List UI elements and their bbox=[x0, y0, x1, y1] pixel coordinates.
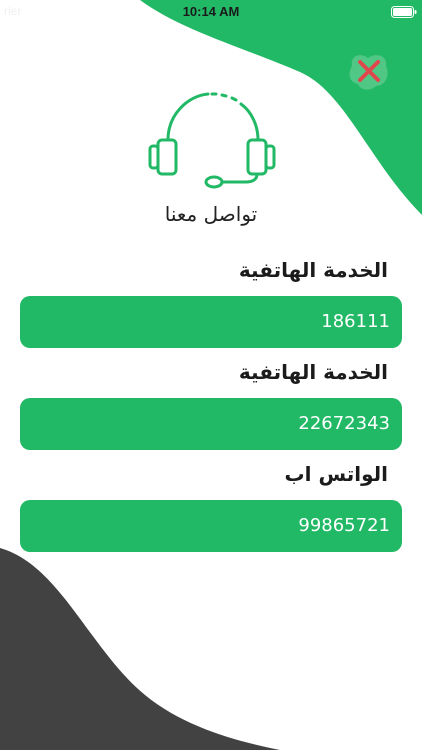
status-time: 10:14 AM bbox=[182, 4, 240, 19]
status-bar: rier 10:14 AM bbox=[0, 0, 422, 24]
phone-service-label-1: الخدمة الهاتفية bbox=[238, 258, 388, 282]
phone-service-label-2: الخدمة الهاتفية bbox=[238, 360, 388, 384]
whatsapp-number[interactable]: 99865721 bbox=[20, 500, 402, 552]
whatsapp-label: الواتس اب bbox=[284, 462, 388, 486]
phone-service-number-1[interactable]: 186111 bbox=[20, 296, 402, 348]
close-button[interactable] bbox=[346, 50, 392, 94]
battery-icon bbox=[391, 6, 417, 18]
close-icon bbox=[349, 55, 388, 90]
page-title: تواصل معنا bbox=[164, 202, 258, 226]
headset-icon bbox=[148, 92, 276, 189]
phone-service-number-2[interactable]: 22672343 bbox=[20, 398, 402, 450]
bottom-dark-wave bbox=[0, 548, 280, 750]
